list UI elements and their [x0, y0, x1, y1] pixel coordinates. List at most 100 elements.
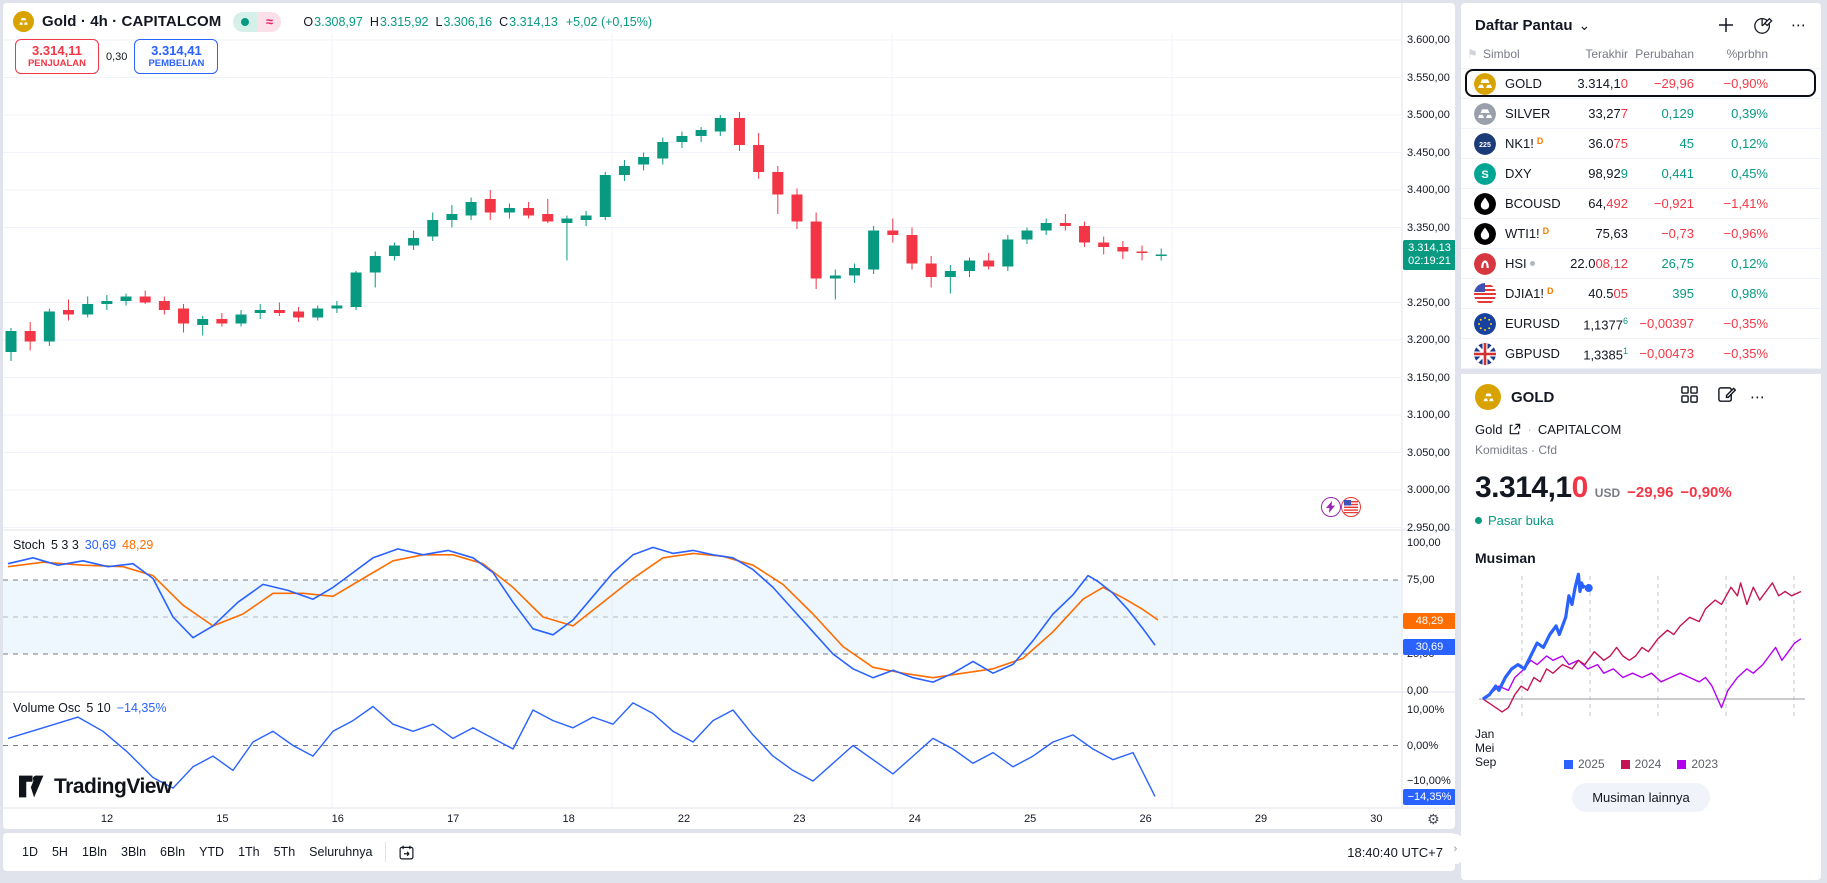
edit-note-icon[interactable] [1717, 385, 1736, 409]
seasonal-x-labels: JanMeiSep [1475, 727, 1807, 743]
watchlist-row-hsi[interactable]: HSI22.008,1226,750,12% [1461, 249, 1821, 279]
last-price: 36.075 [1588, 136, 1628, 151]
time-tick: 29 [1255, 813, 1267, 825]
price-tick: 3.350,00 [1407, 221, 1455, 235]
price-tick: 3.000,00 [1407, 483, 1455, 497]
stoch-indicator-label[interactable]: Stoch 5 3 3 30,69 48,29 [13, 538, 153, 552]
range-ytd[interactable]: YTD [192, 841, 231, 863]
chart-status-toggles[interactable]: ≈ [233, 12, 281, 32]
last-price: 3.314,10 [1577, 76, 1628, 91]
detail-category: Komiditas · Cfd [1475, 443, 1807, 457]
svg-text:S: S [1481, 169, 1488, 181]
range-3bln[interactable]: 3Bln [114, 841, 153, 863]
time-tick: 12 [101, 813, 113, 825]
seasonal-x-label: Sep [1475, 755, 1807, 769]
chevron-down-icon[interactable]: ⌄ [1579, 17, 1591, 34]
range-1d[interactable]: 1D [15, 841, 45, 863]
volosc-value: −14,35% [117, 701, 167, 715]
pie-edit-icon[interactable] [1753, 15, 1773, 35]
detail-change: −29,96 [1627, 484, 1673, 501]
watchlist-row-dxy[interactable]: SDXY98,9290,4410,45% [1461, 159, 1821, 189]
gear-icon[interactable]: ⚙ [1427, 811, 1440, 828]
detail-menu-icon[interactable]: ⋯ [1750, 388, 1765, 406]
economic-event-icon[interactable] [1321, 497, 1341, 517]
watchlist-row-gold[interactable]: GOLD3.314,10−29,96−0,90% [1461, 69, 1821, 99]
range-6bln[interactable]: 6Bln [153, 841, 192, 863]
volosc-tick: 0,00% [1407, 739, 1455, 753]
watchlist-menu-icon[interactable]: ⋯ [1791, 16, 1807, 34]
gold-icon [1474, 73, 1496, 95]
change-value: 0,129 [1661, 106, 1694, 121]
watchlist-row-wti1[interactable]: WTI1!D75,63−0,73−0,96% [1461, 219, 1821, 249]
range-5h[interactable]: 5H [45, 841, 75, 863]
stoch-d-badge: 48,29 [1403, 613, 1455, 629]
col-pct: %prbhn [1716, 47, 1768, 61]
nk-icon: 225 [1474, 133, 1496, 155]
change-pct: 0,12% [1731, 256, 1768, 271]
time-tick: 16 [332, 813, 344, 825]
change-value: −0,73 [1661, 226, 1694, 241]
volosc-badge: −14,35% [1403, 789, 1455, 805]
collapse-panel-handle[interactable]: › [1449, 834, 1462, 864]
volosc-indicator-label[interactable]: Volume Osc 5 10 −14,35% [13, 701, 166, 715]
change-value: 45 [1680, 136, 1694, 151]
gb-icon [1474, 343, 1496, 365]
market-open-dot-icon [1475, 517, 1482, 524]
watchlist-title[interactable]: Daftar Pantau [1475, 17, 1573, 34]
detail-price: 3.314,1 [1475, 471, 1572, 505]
us-flag-event-icon[interactable] [1341, 497, 1361, 517]
change-value: 395 [1672, 286, 1694, 301]
sell-button[interactable]: 3.314,11 PENJUALAN [15, 39, 99, 74]
candlestick-chart[interactable] [3, 3, 1455, 829]
detail-currency: USD [1595, 486, 1620, 500]
approx-toggle-icon[interactable]: ≈ [257, 12, 281, 32]
watchlist-row-bcousd[interactable]: BCOUSD64,492−0,921−1,41% [1461, 189, 1821, 219]
gold-coin-icon [1475, 384, 1501, 410]
symbol-title[interactable]: Gold · 4h · CAPITALCOM [42, 13, 221, 30]
stoch-k-badge: 30,69 [1403, 639, 1455, 655]
price-tick: 3.400,00 [1407, 183, 1455, 197]
seasonal-more-button[interactable]: Musiman lainnya [1572, 783, 1710, 812]
price-tick: 3.200,00 [1407, 333, 1455, 347]
market-open-dot-icon[interactable] [233, 12, 257, 32]
range-5th[interactable]: 5Th [267, 841, 303, 863]
stoch-tick: 75,00 [1407, 573, 1455, 587]
change-value: −29,96 [1654, 76, 1694, 91]
seasonal-chart[interactable] [1475, 572, 1809, 722]
buy-button[interactable]: 3.314,41 PEMBELIAN [134, 39, 218, 74]
external-link-icon[interactable] [1508, 423, 1521, 436]
flag-column-icon: ⚑ [1467, 47, 1478, 61]
symbol-header: Gold · 4h · CAPITALCOM ≈ O3.308,97 H3.31… [13, 11, 652, 32]
price-tick: 3.450,00 [1407, 146, 1455, 160]
delayed-data-marker: D [1547, 286, 1554, 296]
detail-change-pct: −0,90% [1680, 484, 1731, 501]
add-symbol-icon[interactable] [1717, 16, 1735, 34]
range-1bln[interactable]: 1Bln [75, 841, 114, 863]
bottom-toolbar: 1D5H1Bln3Bln6BlnYTD1Th5ThSeluruhnya 18:4… [3, 833, 1455, 871]
range-seluruhnya[interactable]: Seluruhnya [302, 841, 379, 863]
range-1th[interactable]: 1Th [231, 841, 267, 863]
change-value: 0,441 [1661, 166, 1694, 181]
watchlist-row-nk1[interactable]: 225NK1!D36.075450,12% [1461, 129, 1821, 159]
col-terakhir: Terakhir [1576, 47, 1628, 61]
watchlist-row-eurusd[interactable]: EURUSD1,13776−0,00397−0,35% [1461, 309, 1821, 339]
goto-date-icon[interactable] [398, 844, 415, 861]
watchlist-row-silver[interactable]: SILVER33,2770,1290,39% [1461, 99, 1821, 129]
volosc-tick: 10,00% [1407, 703, 1455, 717]
time-tick: 25 [1024, 813, 1036, 825]
watchlist-row-gbpusd[interactable]: GBPUSD1,33851−0,00473−0,35% [1461, 339, 1821, 369]
us-icon [1474, 283, 1496, 305]
price-tick: 3.500,00 [1407, 108, 1455, 122]
watchlist-row-djia1[interactable]: DJIA1!D40.5053950,98% [1461, 279, 1821, 309]
delayed-data-marker: D [1537, 136, 1544, 146]
detail-exchange: CAPITALCOM [1538, 422, 1622, 437]
status-dot-icon [1530, 261, 1535, 266]
last-price: 1,33851 [1583, 346, 1628, 362]
clock-timezone[interactable]: 18:40:40 UTC+7 [1347, 845, 1443, 860]
watchlist-column-headers[interactable]: ⚑ Simbol Terakhir Perubahan %prbhn [1461, 43, 1821, 69]
stoch-k-value: 30,69 [85, 538, 116, 552]
oil-icon [1474, 193, 1496, 215]
detail-name[interactable]: Gold [1475, 422, 1502, 437]
grid-layout-icon[interactable] [1680, 385, 1699, 409]
price-tick: 2.950,00 [1407, 521, 1455, 535]
